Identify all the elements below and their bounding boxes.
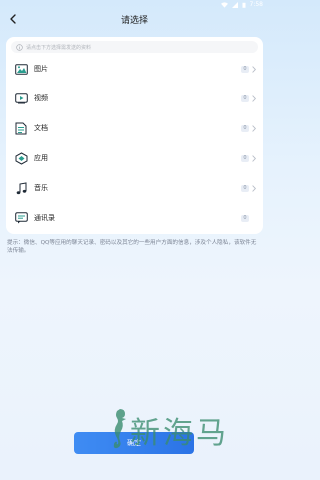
- video-icon: [14, 91, 28, 105]
- watermark: 新海马: [108, 404, 258, 454]
- hint-text: 请点击下方选择需发送的资料: [26, 44, 92, 51]
- app-icon: [14, 151, 28, 165]
- status-time: 7:58: [249, 1, 263, 8]
- seahorse-logo-icon: [113, 409, 126, 449]
- status-icons: 7:58: [220, 1, 263, 8]
- music-icon: [14, 181, 28, 195]
- list-item-documents[interactable]: 文档 0: [6, 114, 263, 142]
- chevron-right-icon: [252, 124, 257, 132]
- signal-icon: [231, 1, 238, 8]
- header: 请选择: [0, 10, 269, 28]
- contacts-icon: [14, 211, 28, 225]
- privacy-tip: 提示：微信、QQ等应用的聊天记录、密码以及其它的一些用户方面的信息，涉及个人隐私…: [7, 240, 257, 254]
- chevron-right-icon: [252, 154, 257, 162]
- list-item-images[interactable]: 图片 0: [6, 55, 263, 83]
- image-icon: [14, 62, 28, 76]
- list-item-label: 文档: [34, 124, 48, 132]
- list-item-label: 图片: [34, 65, 48, 73]
- info-icon: [15, 43, 23, 51]
- status-bar: 7:58: [0, 0, 269, 10]
- document-icon: [14, 121, 28, 135]
- wifi-icon: [220, 1, 228, 8]
- count-badge: 0: [241, 154, 249, 162]
- chevron-right-icon: [252, 65, 257, 73]
- count-badge: 0: [241, 124, 249, 132]
- count-badge: 0: [241, 94, 249, 102]
- list-item-music[interactable]: 音乐 0: [6, 174, 263, 202]
- count-badge: 0: [241, 214, 249, 222]
- chevron-right-icon: [252, 184, 257, 192]
- list-item-label: 视频: [34, 94, 48, 102]
- file-type-card: 请点击下方选择需发送的资料 图片 0 视频 0 文档 0 应用 0 音乐 0 通…: [6, 37, 263, 234]
- list-item-contacts[interactable]: 通讯录 0: [6, 204, 263, 232]
- hint-bar: 请点击下方选择需发送的资料: [11, 41, 258, 53]
- list-item-label: 应用: [34, 154, 48, 162]
- list-item-label: 音乐: [34, 184, 48, 192]
- chevron-right-icon: [252, 94, 257, 102]
- count-badge: 0: [241, 184, 249, 192]
- list-item-apps[interactable]: 应用 0: [6, 144, 263, 172]
- count-badge: 0: [241, 65, 249, 73]
- watermark-text: 新海马: [130, 416, 229, 451]
- battery-icon: [242, 2, 246, 8]
- list-item-videos[interactable]: 视频 0: [6, 84, 263, 112]
- page-title: 请选择: [120, 16, 148, 26]
- list-item-label: 通讯录: [34, 214, 55, 222]
